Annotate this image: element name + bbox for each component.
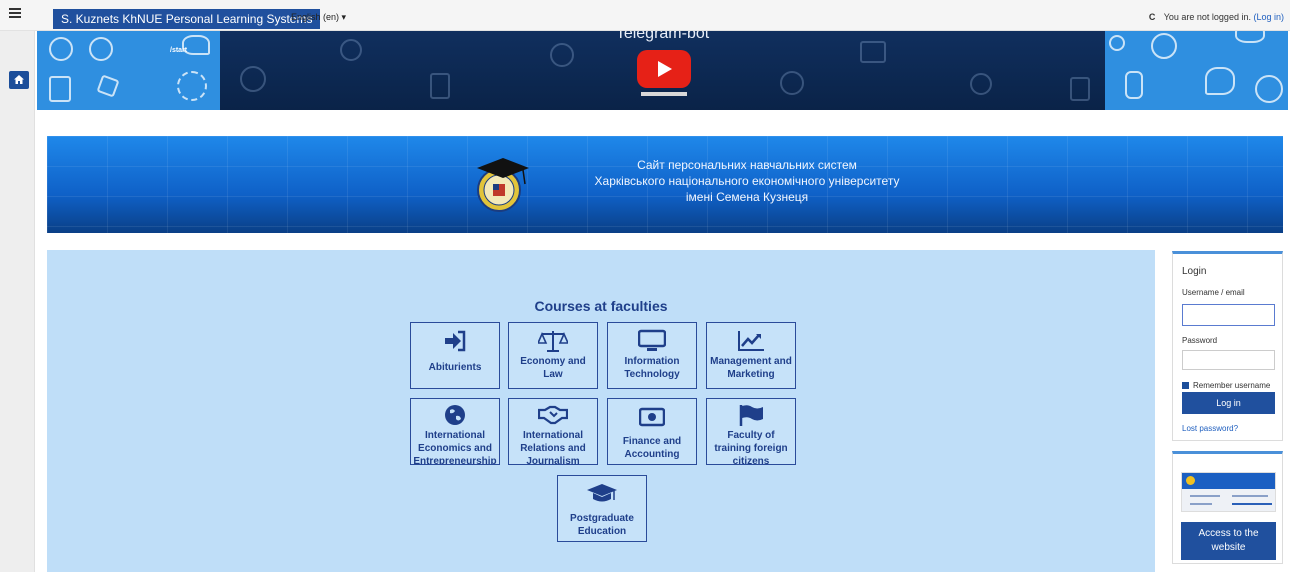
- language-selector[interactable]: English (en) ▾: [291, 12, 346, 23]
- left-drawer-strip: [0, 31, 35, 572]
- login-status: C You are not logged in. (Log in): [1149, 12, 1284, 22]
- university-title-line1: Сайт персональних навчальних систем: [637, 158, 857, 172]
- faculty-tile-postgraduate[interactable]: Postgraduate Education: [557, 475, 647, 542]
- courses-panel: Courses at faculties Abiturients Economy…: [47, 250, 1155, 572]
- graduation-cap-icon: [587, 484, 617, 502]
- tile-label: Finance and Accounting: [622, 436, 682, 460]
- faculty-tile-finance-accounting[interactable]: Finance and Accounting: [607, 398, 697, 465]
- university-banner: Сайт персональних навчальних систем Харк…: [47, 136, 1283, 233]
- faculty-tile-international-economics[interactable]: International Economics and Entrepreneur…: [410, 398, 500, 465]
- university-logo-icon: [477, 158, 529, 212]
- website-thumbnail[interactable]: [1181, 472, 1276, 512]
- play-icon: [658, 61, 672, 77]
- remember-username-checkbox[interactable]: Remember username: [1182, 381, 1270, 390]
- top-navbar: S. Kuznets KhNUE Personal Learning Syste…: [0, 0, 1290, 31]
- site-brand-link[interactable]: S. Kuznets KhNUE Personal Learning Syste…: [53, 9, 321, 29]
- faculty-tile-management-marketing[interactable]: Management and Marketing: [706, 322, 796, 389]
- tile-label: International Relations and Journalism: [520, 430, 586, 465]
- lost-password-link[interactable]: Lost password?: [1182, 424, 1238, 433]
- tile-label: Abiturients: [428, 362, 482, 373]
- tile-label: International Economics and Entrepreneur…: [413, 430, 497, 465]
- courses-title: Courses at faculties: [534, 298, 668, 314]
- remember-username-label: Remember username: [1193, 381, 1271, 390]
- handshake-icon: [538, 405, 568, 425]
- tile-label: Management and Marketing: [710, 356, 792, 380]
- faculty-tile-abiturients[interactable]: Abiturients: [410, 322, 500, 389]
- video-progress-bar: [641, 92, 687, 96]
- tile-label: Economy and Law: [520, 356, 586, 380]
- youtube-play-button[interactable]: [637, 50, 691, 88]
- sign-in-icon: [445, 330, 466, 352]
- balance-scale-icon: [538, 331, 568, 352]
- faculty-tile-foreign-citizens[interactable]: Faculty of training foreign citizens: [706, 398, 796, 465]
- website-access-block: Access to the website: [1172, 451, 1283, 564]
- home-icon: [14, 75, 24, 84]
- hamburger-menu-icon[interactable]: [9, 8, 21, 20]
- tile-label: Information Technology: [624, 356, 680, 380]
- telegram-bot-video[interactable]: /start Telegram-bot: [37, 31, 1288, 110]
- faculty-tile-international-relations[interactable]: International Relations and Journalism: [508, 398, 598, 465]
- university-title-line3: імені Семена Кузнеця: [685, 190, 809, 204]
- login-link[interactable]: (Log in): [1253, 12, 1284, 22]
- status-prefix: C: [1148, 12, 1156, 22]
- password-input[interactable]: [1182, 350, 1275, 370]
- globe-icon: [445, 405, 465, 425]
- access-website-button[interactable]: Access to the website: [1181, 522, 1276, 560]
- line-chart-icon: [738, 331, 764, 351]
- home-button[interactable]: [9, 71, 29, 89]
- username-input[interactable]: [1182, 304, 1275, 326]
- faculty-tile-information-technology[interactable]: Information Technology: [607, 322, 697, 389]
- video-title: Telegram-bot: [615, 31, 710, 42]
- password-label: Password: [1182, 336, 1218, 345]
- tile-label: Faculty of training foreign citizens: [714, 430, 788, 465]
- tile-label: Postgraduate Education: [570, 513, 634, 537]
- checkbox-checked-icon: [1182, 382, 1189, 389]
- login-button[interactable]: Log in: [1182, 392, 1275, 414]
- login-block: Login Username / email Password Remember…: [1172, 251, 1283, 441]
- university-title-line2: Харківського національного економічного …: [594, 174, 900, 188]
- not-logged-text: You are not logged in.: [1163, 12, 1251, 22]
- flag-icon: [739, 405, 763, 426]
- money-icon: [639, 407, 665, 427]
- university-title: Сайт персональних навчальних систем Харк…: [537, 157, 957, 205]
- username-label: Username / email: [1182, 288, 1245, 297]
- faculty-tile-economy-law[interactable]: Economy and Law: [508, 322, 598, 389]
- login-title: Login: [1182, 266, 1207, 277]
- start-label: /start: [170, 47, 188, 54]
- monitor-icon: [638, 329, 666, 351]
